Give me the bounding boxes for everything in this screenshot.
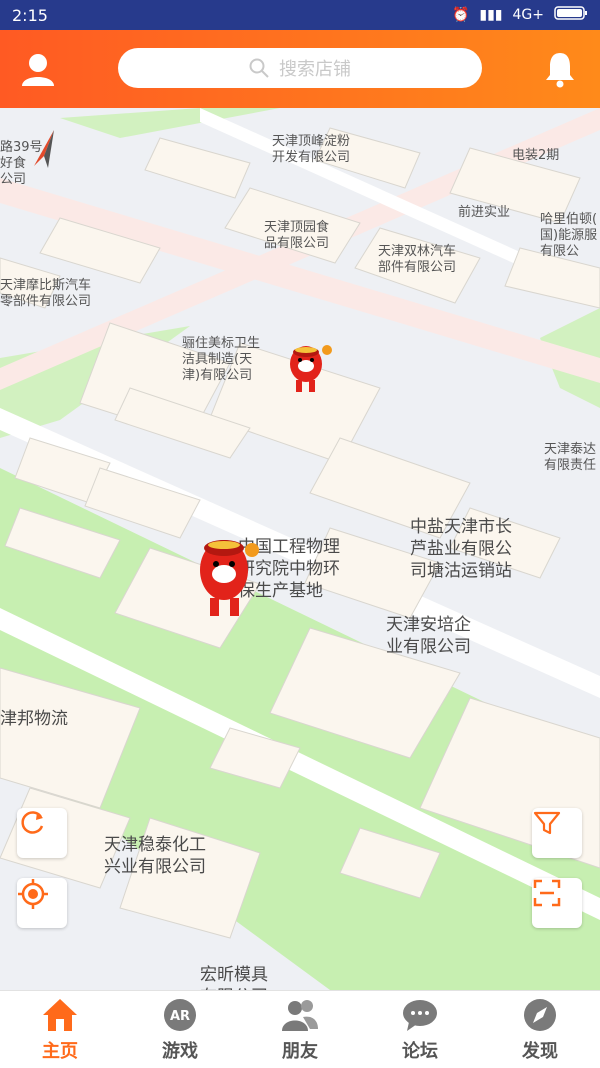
scan-icon	[533, 879, 561, 907]
tab-discover[interactable]: 发现	[480, 991, 600, 1068]
tab-game[interactable]: AR 游戏	[120, 991, 240, 1068]
locate-icon	[18, 879, 48, 909]
home-icon	[43, 998, 77, 1031]
refresh-icon	[21, 811, 44, 834]
scan-button[interactable]	[532, 878, 582, 928]
tab-home[interactable]: 主页	[0, 991, 120, 1068]
tab-label: 发现	[522, 1040, 558, 1062]
map-label: 天津安培企 业有限公司	[386, 615, 471, 657]
status-icons: ⏰ ▮▮▮ 4G+	[452, 5, 588, 25]
friends-icon	[282, 999, 318, 1031]
status-time: 2:15	[12, 5, 48, 25]
bell-icon[interactable]	[542, 50, 578, 88]
tab-forum[interactable]: 论坛	[360, 991, 480, 1068]
tab-label: 游戏	[162, 1040, 198, 1062]
alarm-icon: ⏰	[451, 7, 470, 23]
map-label: 天津顶峰淀粉 开发有限公司	[272, 134, 351, 165]
map-label: 中盐天津市长 芦盐业有限公 司塘沽运销站	[410, 517, 512, 581]
search-placeholder: 搜索店铺	[279, 59, 351, 80]
map-label: 前进实业	[458, 205, 511, 220]
map-label: 津邦物流	[0, 709, 68, 729]
header: 搜索店铺	[0, 30, 600, 108]
search-input[interactable]: 搜索店铺	[118, 48, 482, 88]
map-label: 哈里伯顿( 国)能源服 有限公	[540, 212, 598, 259]
compass-icon	[524, 998, 556, 1031]
forum-icon	[403, 999, 437, 1031]
search-icon	[249, 58, 269, 78]
map-label: 天津摩比斯汽车 零部件有限公司	[0, 278, 92, 309]
map-label: 天津稳泰化工 兴业有限公司	[104, 835, 206, 877]
map-label: 电装2期	[512, 148, 560, 163]
battery-icon	[554, 5, 588, 25]
signal-icon: ▮▮▮	[479, 7, 503, 23]
bottom-tab-bar: 主页 AR 游戏 朋友 论坛 发现	[0, 990, 600, 1068]
map-label: 天津双林汽车 部件有限公司	[378, 244, 457, 275]
map-label: 天津顶园食 品有限公司	[264, 220, 330, 251]
ar-icon: AR	[164, 998, 196, 1031]
map-label: 宏昕模具 有限公司	[200, 965, 268, 990]
refresh-button[interactable]	[17, 808, 67, 858]
tab-label: 朋友	[282, 1040, 318, 1062]
network-label: 4G+	[512, 7, 545, 23]
tab-label: 主页	[42, 1040, 78, 1062]
status-bar: 2:15 ⏰ ▮▮▮ 4G+	[0, 0, 600, 30]
map-view[interactable]: 路39号 好食 公司 天津顶峰淀粉 开发有限公司 电装2期 前进实业 哈里伯顿(…	[0, 108, 600, 990]
tab-label: 论坛	[402, 1040, 438, 1062]
user-icon[interactable]	[18, 52, 58, 88]
map-label: 骊住美标卫生 洁具制造(天 津)有限公司	[182, 336, 261, 383]
svg-text:AR: AR	[170, 1009, 190, 1024]
map-label: 天津泰达 有限责任	[544, 442, 597, 473]
filter-button[interactable]	[532, 808, 582, 858]
tab-friends[interactable]: 朋友	[240, 991, 360, 1068]
locate-button[interactable]	[17, 878, 67, 928]
filter-icon	[533, 811, 561, 835]
